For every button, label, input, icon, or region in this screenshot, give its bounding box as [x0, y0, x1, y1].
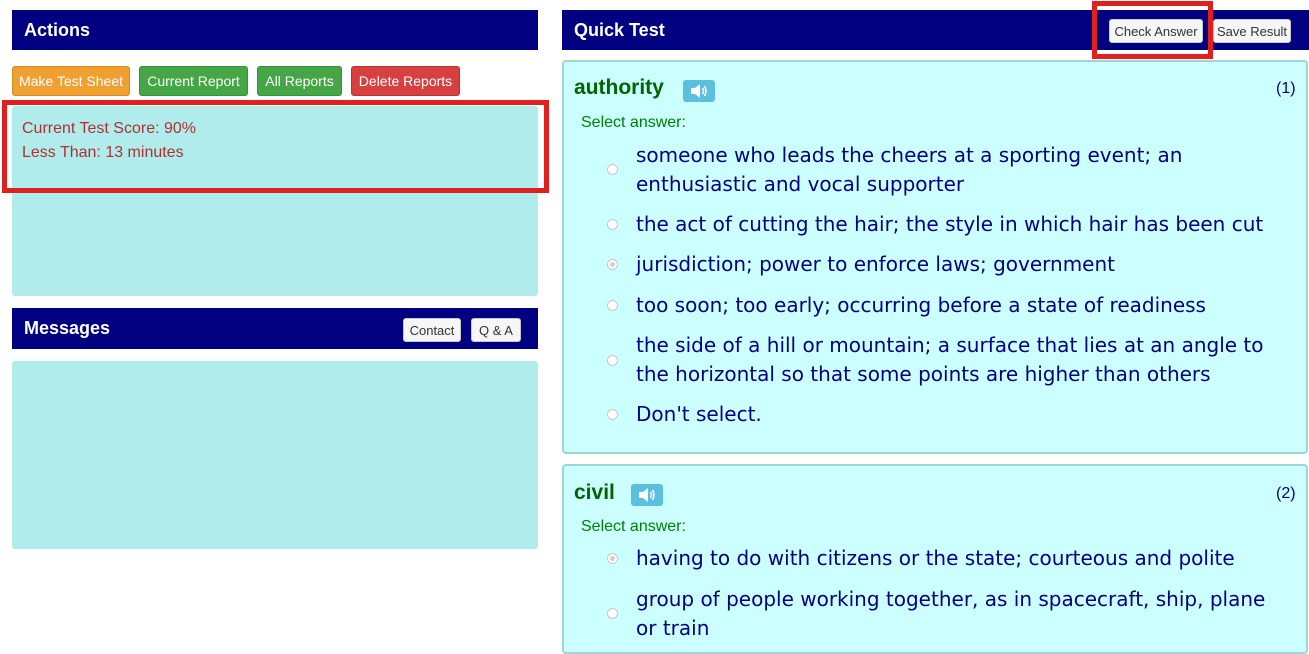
answer-radio[interactable] — [607, 164, 618, 175]
answer-radio-selected[interactable] — [607, 259, 618, 270]
delete-reports-button[interactable]: Delete Reports — [351, 66, 460, 96]
answer-option[interactable]: jurisdiction; power to enforce laws; gov… — [636, 250, 1291, 279]
all-reports-button[interactable]: All Reports — [257, 66, 342, 96]
answer-radio[interactable] — [607, 608, 618, 619]
answer-radio[interactable] — [607, 300, 618, 311]
speaker-icon[interactable] — [631, 484, 663, 506]
make-test-sheet-button[interactable]: Make Test Sheet — [12, 66, 130, 96]
speaker-icon[interactable] — [683, 80, 715, 102]
messages-title: Messages — [24, 318, 111, 338]
save-result-button[interactable]: Save Result — [1213, 19, 1291, 43]
question-number: (1) — [1276, 80, 1296, 97]
answer-option[interactable]: Don't select. — [636, 400, 1291, 429]
answer-option[interactable]: having to do with citizens or the state;… — [636, 544, 1291, 573]
current-report-button[interactable]: Current Report — [139, 66, 248, 96]
answer-option[interactable]: someone who leads the cheers at a sporti… — [636, 141, 1291, 199]
question-word: authority — [574, 76, 664, 99]
select-answer-label: Select answer: — [581, 518, 686, 535]
messages-panel — [12, 361, 538, 549]
question-number: (2) — [1276, 485, 1296, 502]
answer-option[interactable]: the act of cutting the hair; the style i… — [636, 210, 1291, 239]
answer-option[interactable]: the side of a hill or mountain; a surfac… — [636, 331, 1291, 389]
actions-title: Actions — [24, 20, 91, 40]
score-highlight-box — [2, 100, 549, 193]
actions-header: Actions — [12, 10, 538, 50]
answer-radio-selected[interactable] — [607, 553, 618, 564]
check-answer-highlight-box — [1092, 1, 1213, 59]
answer-option[interactable]: group of people working together, as in … — [636, 585, 1291, 643]
answer-radio[interactable] — [607, 355, 618, 366]
question-word: civil — [574, 481, 615, 504]
qa-button[interactable]: Q & A — [471, 318, 521, 342]
answer-radio[interactable] — [607, 219, 618, 230]
answer-radio[interactable] — [607, 409, 618, 420]
select-answer-label: Select answer: — [581, 114, 686, 131]
contact-button[interactable]: Contact — [403, 318, 461, 342]
answer-option[interactable]: too soon; too early; occurring before a … — [636, 291, 1291, 320]
quick-test-title: Quick Test — [574, 20, 665, 40]
